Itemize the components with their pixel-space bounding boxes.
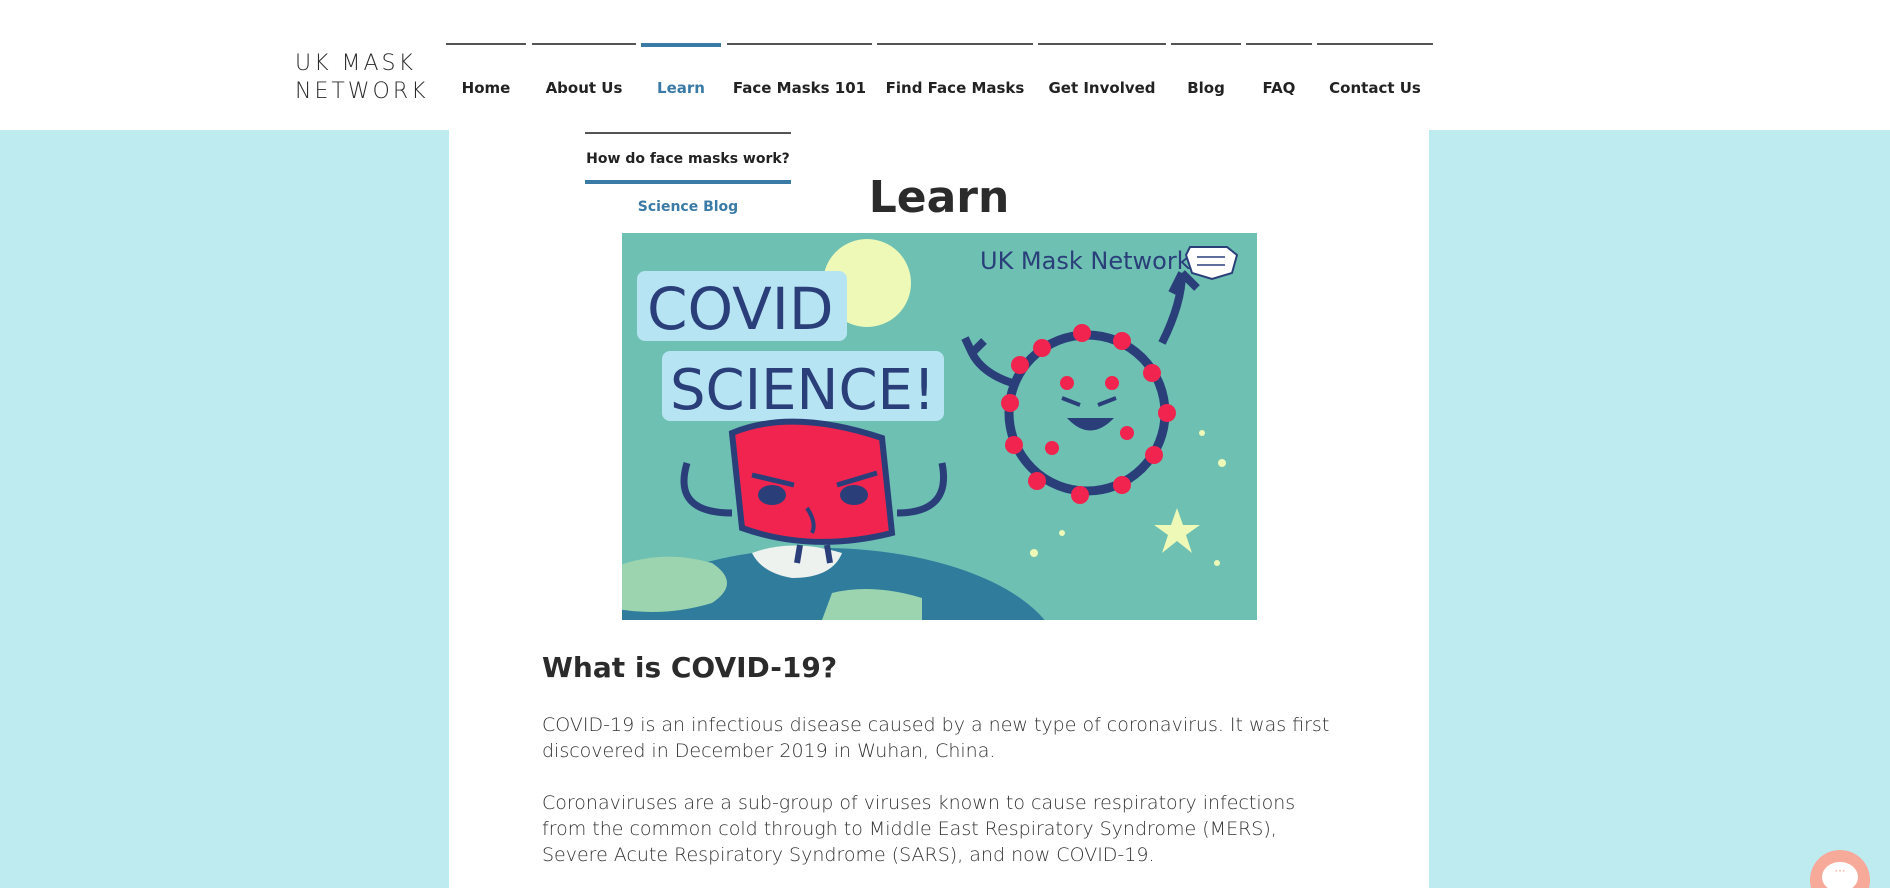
nav-item-learn[interactable]: Learn — [641, 43, 721, 103]
covid-science-illustration: UK Mask Network COVID SCIENCE! — [622, 233, 1257, 620]
nav-item-home[interactable]: Home — [446, 43, 526, 103]
hero-headline-covid: COVID — [647, 275, 834, 343]
nav-label: FAQ — [1262, 79, 1296, 97]
page-title: Learn — [868, 172, 1010, 223]
nav-label: Learn — [657, 79, 705, 97]
article-heading: What is COVID-19? — [542, 651, 838, 684]
chat-widget-button[interactable]: ··· — [1810, 850, 1870, 888]
nav-item-faq[interactable]: FAQ — [1246, 43, 1312, 103]
nav-label: Face Masks 101 — [732, 79, 867, 97]
logo-line-1: UK MASK — [295, 51, 416, 76]
site-logo[interactable]: UK MASK NETWORK — [295, 50, 429, 106]
nav-item-blog[interactable]: Blog — [1171, 43, 1241, 103]
nav-label: About Us — [545, 79, 623, 97]
article-paragraph: Coronaviruses are a sub-group of viruses… — [542, 792, 1296, 866]
chat-icon: ··· — [1822, 862, 1858, 888]
hero-brand-text: UK Mask Network — [980, 247, 1191, 275]
mask-logo-icon — [1184, 246, 1239, 281]
dropdown-item-how-masks-work[interactable]: How do face masks work? — [585, 132, 791, 184]
nav-label: Blog — [1187, 79, 1225, 97]
logo-line-2: NETWORK — [295, 79, 429, 104]
nav-item-contact-us[interactable]: Contact Us — [1317, 43, 1433, 103]
article: What is COVID-19? COVID-19 is an infecti… — [542, 648, 1342, 868]
article-paragraph: COVID-19 is an infectious disease caused… — [542, 714, 1330, 762]
hero-headline-science: SCIENCE! — [670, 358, 935, 423]
learn-dropdown-menu: How do face masks work? Science Blog — [585, 132, 791, 224]
nav-item-get-involved[interactable]: Get Involved — [1038, 43, 1166, 103]
nav-label: Get Involved — [1048, 79, 1156, 97]
nav-label: Find Face Masks — [885, 79, 1025, 97]
nav-label: Home — [461, 79, 511, 97]
nav-item-find-face-masks[interactable]: Find Face Masks — [877, 43, 1033, 103]
dropdown-item-science-blog[interactable]: Science Blog — [585, 192, 791, 222]
nav-item-about-us[interactable]: About Us — [532, 43, 636, 103]
site-header: UK MASK NETWORK Home About Us Learn Face… — [0, 0, 1890, 130]
nav-item-face-masks-101[interactable]: Face Masks 101 — [727, 43, 872, 103]
nav-label: Contact Us — [1329, 79, 1421, 97]
